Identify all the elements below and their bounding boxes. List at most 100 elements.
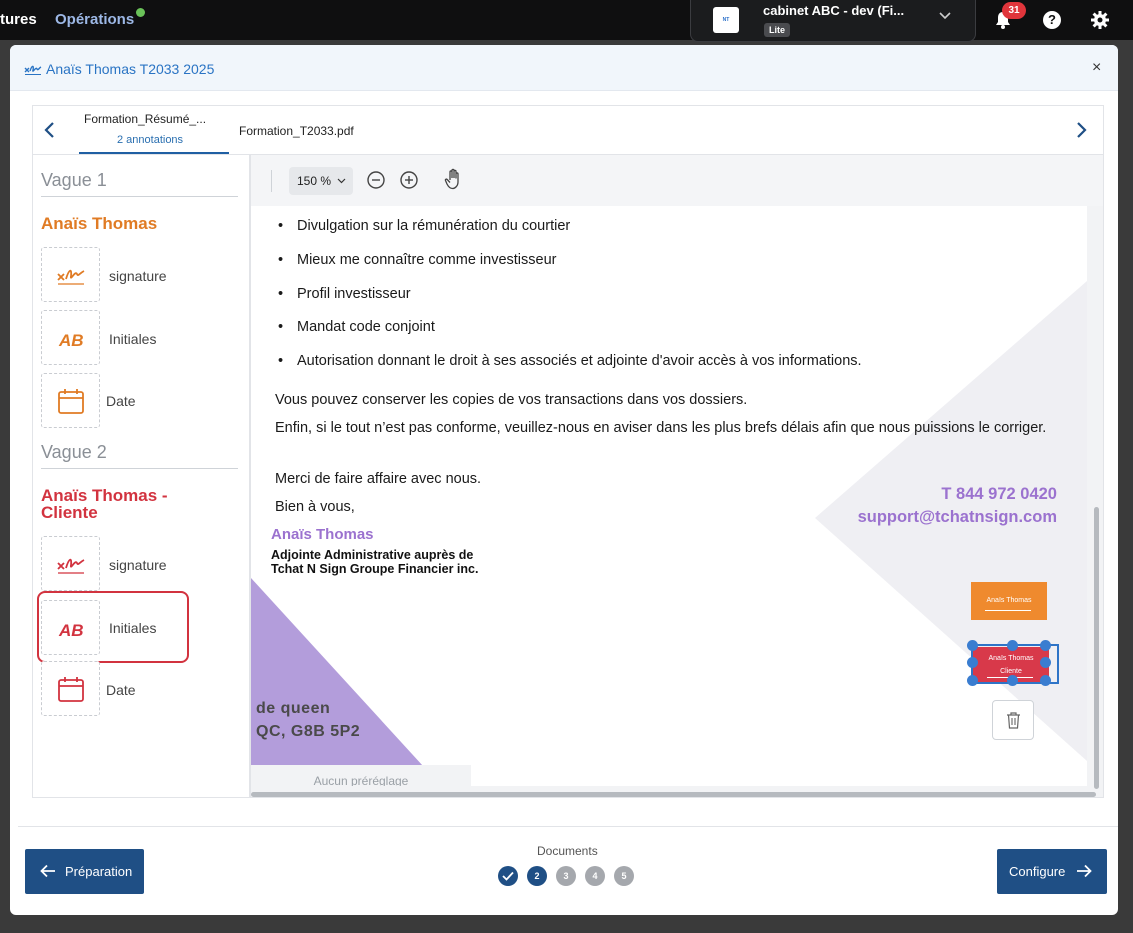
contact-email: support@tchatnsign.com (857, 508, 1057, 526)
chevron-left-icon[interactable] (41, 120, 59, 140)
paragraph: Enfin, si le tout n’est pas conforme, ve… (275, 420, 1047, 436)
chevron-down-icon[interactable] (938, 9, 952, 23)
wave-2-label: Vague 2 (41, 442, 107, 462)
divider (18, 826, 1118, 827)
gear-icon[interactable] (1090, 10, 1110, 30)
chevron-right-icon[interactable] (1072, 120, 1090, 140)
initials-stamp-signer-1[interactable]: Anaïs Thomas (971, 582, 1047, 620)
selected-field-highlight (37, 591, 189, 663)
resize-handle[interactable] (1007, 675, 1018, 686)
step-5[interactable]: 5 (614, 866, 634, 886)
resize-handle[interactable] (967, 657, 978, 668)
resize-handle[interactable] (967, 640, 978, 651)
signer-2-name-line1: Anaïs Thomas - (41, 486, 168, 505)
signer-1-name: Anaïs Thomas (41, 214, 158, 233)
resize-handle[interactable] (967, 675, 978, 686)
configure-button[interactable]: Configure (997, 849, 1107, 894)
divider (41, 468, 238, 469)
document-bullets: Divulgation sur la rémunération du court… (275, 216, 862, 385)
button-label: Configure (1009, 864, 1066, 879)
viewer-toolbar: 150 % (251, 155, 1103, 206)
top-bar: tures Opérations NT cabinet ABC - dev (F… (0, 0, 1133, 42)
button-label: Préparation (65, 864, 133, 879)
nav-link-partial[interactable]: tures (0, 11, 37, 28)
cabinet-logo: NT (713, 7, 739, 33)
date-field-2[interactable] (41, 661, 100, 716)
preparation-button[interactable]: Préparation (25, 849, 144, 894)
document-page: Divulgation sur la rémunération du court… (251, 206, 1087, 786)
signature-modal: Anaïs Thomas T2033 2025 × Formation_Résu… (10, 45, 1118, 915)
hand-tool-icon[interactable] (444, 168, 464, 190)
signature-icon (57, 558, 85, 574)
signatory-role: Adjointe Administrative auprès de Tchat … (271, 548, 479, 576)
signer-2-name-line2: Cliente (41, 503, 98, 522)
step-4[interactable]: 4 (585, 866, 605, 886)
resize-handle[interactable] (1040, 675, 1051, 686)
delete-button[interactable] (992, 700, 1034, 740)
field-label-date: Date (106, 682, 136, 698)
svg-text:AB: AB (58, 331, 84, 350)
tab-formation-t2033[interactable]: Formation_T2033.pdf (239, 124, 354, 138)
step-2[interactable]: 2 (527, 866, 547, 886)
cabinet-name: cabinet ABC - dev (Fi... (763, 3, 905, 18)
vertical-scrollbar[interactable] (1094, 507, 1099, 789)
contact-phone: T 844 972 0420 (941, 485, 1057, 503)
calendar-icon (58, 389, 84, 414)
stamp-underline (985, 610, 1031, 611)
resize-handle[interactable] (1040, 657, 1051, 668)
bullet-item: Profil investisseur (275, 284, 862, 318)
resize-handle[interactable] (1040, 640, 1051, 651)
bullet-item: Divulgation sur la rémunération du court… (275, 216, 862, 250)
tab-annotations: 2 annotations (117, 134, 184, 146)
paragraph: Vous pouvez conserver les copies de vos … (275, 392, 748, 408)
resize-handle[interactable] (1007, 640, 1018, 651)
modal-header: Anaïs Thomas T2033 2025 × (10, 45, 1118, 91)
fields-panel: Vague 1 Anaïs Thomas signature AB Initia… (32, 155, 250, 798)
calendar-icon (58, 677, 84, 702)
date-field-1[interactable] (41, 373, 100, 428)
initials-field-1[interactable]: AB (41, 310, 100, 365)
close-icon[interactable]: × (1092, 59, 1101, 77)
field-label-initials: Initiales (109, 331, 157, 347)
field-label-signature: signature (109, 557, 167, 573)
check-icon (502, 871, 514, 881)
notification-badge: 31 (1002, 2, 1026, 19)
wave-1-label: Vague 1 (41, 170, 107, 190)
signature-field-1[interactable] (41, 247, 100, 302)
preset-label[interactable]: Aucun préréglage (251, 765, 471, 786)
signatory-name: Anaïs Thomas (271, 526, 374, 543)
step-1-done[interactable] (498, 866, 518, 886)
zoom-select[interactable]: 150 % (289, 167, 353, 195)
arrow-right-icon (1077, 864, 1092, 878)
nav-link-operations[interactable]: Opérations (55, 11, 134, 28)
chevron-down-icon (337, 178, 346, 184)
cabinet-selector[interactable]: NT cabinet ABC - dev (Fi... Lite (690, 0, 976, 42)
address-line: de queen (256, 700, 331, 717)
divider (41, 196, 238, 197)
bullet-item: Autorisation donnant le droit à ses asso… (275, 351, 862, 385)
document-tabs: Formation_Résumé_... 2 annotations Forma… (32, 105, 1104, 155)
field-label-signature: signature (109, 268, 167, 284)
arrow-left-icon (40, 864, 55, 878)
divider (271, 170, 272, 192)
trash-icon (1007, 712, 1020, 729)
documents-label: Documents (537, 844, 598, 858)
help-icon[interactable]: ? (1043, 11, 1061, 29)
stamp-label: Anaïs Thomas (986, 597, 1032, 604)
signature-icon (24, 65, 42, 75)
tab-formation-resume[interactable]: Formation_Résumé_... 2 annotations (79, 106, 229, 154)
address-line: QC, G8B 5P2 (256, 723, 361, 740)
step-3[interactable]: 3 (556, 866, 576, 886)
initials-icon: AB (58, 331, 84, 350)
modal-title: Anaïs Thomas T2033 2025 (46, 61, 215, 77)
status-dot (136, 8, 145, 17)
signature-field-2[interactable] (41, 536, 100, 591)
bullet-item: Mieux me connaître comme investisseur (275, 250, 862, 284)
plan-badge: Lite (764, 23, 791, 37)
horizontal-scrollbar[interactable] (251, 792, 1096, 797)
bullet-item: Mandat code conjoint (275, 317, 862, 351)
zoom-out-icon[interactable] (366, 170, 386, 190)
tab-label: Formation_Résumé_... (84, 112, 207, 126)
zoom-in-icon[interactable] (399, 170, 419, 190)
document-viewer: 150 % Divulgation sur la rémunération du… (250, 155, 1104, 798)
